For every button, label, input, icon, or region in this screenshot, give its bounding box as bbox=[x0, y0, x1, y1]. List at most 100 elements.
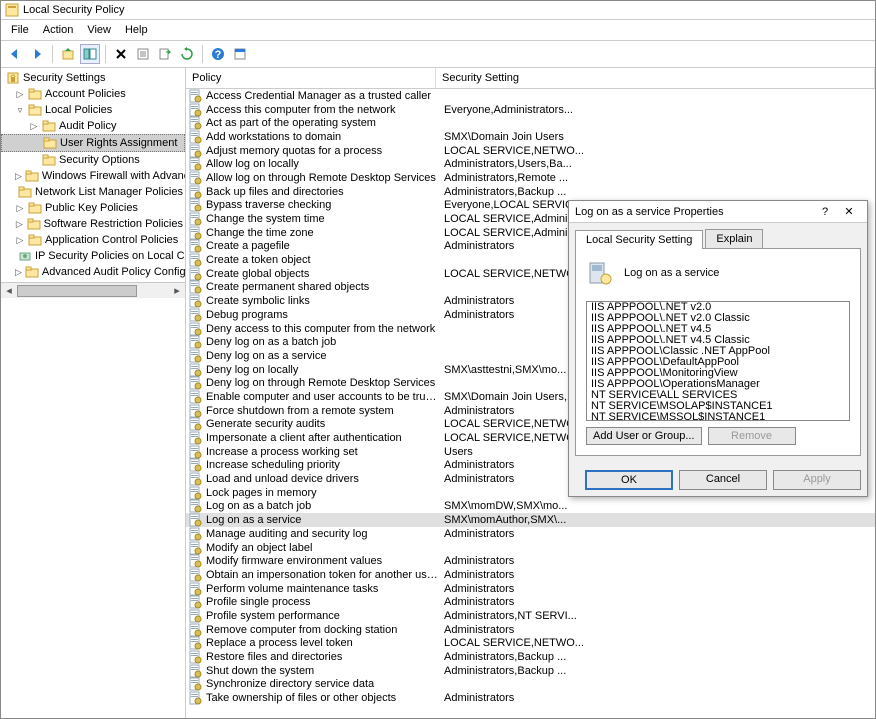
apply-button[interactable]: Apply bbox=[773, 470, 861, 490]
policy-icon bbox=[188, 89, 202, 103]
policy-row[interactable]: Access this computer from the networkEve… bbox=[186, 103, 875, 117]
policy-name: Profile system performance bbox=[206, 610, 438, 622]
tree-item[interactable]: User Rights Assignment bbox=[1, 134, 185, 152]
policy-row[interactable]: Act as part of the operating system bbox=[186, 116, 875, 130]
policy-row[interactable]: Manage auditing and security logAdminist… bbox=[186, 527, 875, 541]
properties-button[interactable] bbox=[133, 44, 153, 64]
policy-row[interactable]: Remove computer from docking stationAdmi… bbox=[186, 623, 875, 637]
accounts-listbox[interactable]: IIS APPPOOL\.NET v2.0IIS APPPOOL\.NET v2… bbox=[586, 301, 850, 421]
policy-row[interactable]: Shut down the systemAdministrators,Backu… bbox=[186, 664, 875, 678]
tree-item[interactable]: ▷Account Policies bbox=[1, 86, 185, 102]
tree-expander[interactable]: ▷ bbox=[15, 235, 25, 246]
remove-button[interactable]: Remove bbox=[708, 427, 796, 445]
back-button[interactable] bbox=[5, 44, 25, 64]
policy-row[interactable]: Access Credential Manager as a trusted c… bbox=[186, 89, 875, 103]
cancel-button[interactable]: Cancel bbox=[679, 470, 767, 490]
policy-row[interactable]: Modify firmware environment valuesAdmini… bbox=[186, 554, 875, 568]
policy-row[interactable]: Adjust memory quotas for a processLOCAL … bbox=[186, 144, 875, 158]
policy-name: Replace a process level token bbox=[206, 637, 438, 649]
policy-icon bbox=[188, 116, 202, 130]
policy-name: Add workstations to domain bbox=[206, 131, 438, 143]
policy-row[interactable]: Restore files and directoriesAdministrat… bbox=[186, 650, 875, 664]
policy-row[interactable]: Log on as a batch jobSMX\momDW,SMX\mo... bbox=[186, 500, 875, 514]
account-item[interactable]: NT SERVICE\MSSQL$INSTANCE1 bbox=[587, 412, 849, 421]
menu-action[interactable]: Action bbox=[37, 22, 80, 38]
tree-expander[interactable]: ▷ bbox=[15, 219, 24, 230]
policy-row[interactable]: Back up files and directoriesAdministrat… bbox=[186, 185, 875, 199]
up-button[interactable] bbox=[58, 44, 78, 64]
policy-row[interactable]: Profile single processAdministrators bbox=[186, 595, 875, 609]
tree-item[interactable]: IP Security Policies on Local Compute bbox=[1, 248, 185, 264]
policy-name: Take ownership of files or other objects bbox=[206, 692, 438, 704]
tree-hscrollbar[interactable]: ◂▸ bbox=[1, 282, 185, 298]
column-header-policy[interactable]: Policy bbox=[186, 68, 436, 88]
dialog-help-button[interactable]: ? bbox=[813, 206, 837, 218]
policy-icon bbox=[188, 239, 202, 253]
show-hide-tree-button[interactable] bbox=[80, 44, 100, 64]
tree-expander[interactable]: ▷ bbox=[15, 171, 22, 182]
policy-name: Synchronize directory service data bbox=[206, 678, 438, 690]
tree-item[interactable]: ▷Advanced Audit Policy Configuration bbox=[1, 264, 185, 280]
policy-icon bbox=[188, 404, 202, 418]
policy-name: Increase scheduling priority bbox=[206, 459, 438, 471]
help-button[interactable]: ? bbox=[208, 44, 228, 64]
tree-expander[interactable]: ▷ bbox=[15, 267, 22, 278]
folder-icon bbox=[28, 87, 42, 101]
policy-row[interactable]: Allow log on through Remote Desktop Serv… bbox=[186, 171, 875, 185]
tree-pane[interactable]: Security Settings▷Account Policies ▿ Local… bbox=[1, 68, 186, 718]
menu-file[interactable]: File bbox=[5, 22, 35, 38]
policy-row[interactable]: Modify an object label bbox=[186, 541, 875, 555]
tree-item[interactable]: ▷Windows Firewall with Advanced Sec bbox=[1, 168, 185, 184]
policy-row[interactable]: Perform volume maintenance tasksAdminist… bbox=[186, 582, 875, 596]
column-header-setting[interactable]: Security Setting bbox=[436, 68, 875, 88]
policy-icon bbox=[188, 349, 202, 363]
tree-expander[interactable]: ▿ bbox=[15, 105, 25, 116]
policy-row[interactable]: Synchronize directory service data bbox=[186, 678, 875, 692]
menu-view[interactable]: View bbox=[81, 22, 117, 38]
tree-expander[interactable]: ▷ bbox=[15, 203, 25, 214]
policy-value: LOCAL SERVICE,NETWO... bbox=[438, 637, 873, 649]
tab-explain[interactable]: Explain bbox=[705, 229, 763, 248]
policy-row[interactable]: Add workstations to domainSMX\Domain Joi… bbox=[186, 130, 875, 144]
tree-item[interactable]: ▷Application Control Policies bbox=[1, 232, 185, 248]
policy-name: Force shutdown from a remote system bbox=[206, 405, 438, 417]
policy-row[interactable]: Allow log on locallyAdministrators,Users… bbox=[186, 157, 875, 171]
policy-row[interactable]: Profile system performanceAdministrators… bbox=[186, 609, 875, 623]
ok-button[interactable]: OK bbox=[585, 470, 673, 490]
tree-expander[interactable]: ▷ bbox=[15, 89, 25, 100]
policy-name-label: Log on as a service bbox=[624, 267, 719, 279]
tree-item[interactable]: Network List Manager Policies bbox=[1, 184, 185, 200]
policy-icon bbox=[188, 582, 202, 596]
tree-item[interactable]: Security Options bbox=[1, 152, 185, 168]
folder-icon bbox=[42, 153, 56, 167]
policy-value: Administrators bbox=[438, 555, 873, 567]
policy-name: Generate security audits bbox=[206, 418, 438, 430]
policy-icon bbox=[188, 568, 202, 582]
policy-name: Remove computer from docking station bbox=[206, 624, 438, 636]
tree-item[interactable]: ▿ Local Policies bbox=[1, 102, 185, 118]
tree-item[interactable]: ▷Audit Policy bbox=[1, 118, 185, 134]
action-button[interactable] bbox=[230, 44, 250, 64]
policy-row[interactable]: Take ownership of files or other objects… bbox=[186, 691, 875, 705]
menu-help[interactable]: Help bbox=[119, 22, 154, 38]
dialog-close-button[interactable]: ✕ bbox=[837, 205, 861, 218]
window-title: Local Security Policy bbox=[23, 4, 125, 16]
policy-row[interactable]: Obtain an impersonation token for anothe… bbox=[186, 568, 875, 582]
policy-row[interactable]: Replace a process level tokenLOCAL SERVI… bbox=[186, 637, 875, 651]
policy-row[interactable]: Log on as a serviceSMX\momAuthor,SMX\... bbox=[186, 513, 875, 527]
delete-button[interactable] bbox=[111, 44, 131, 64]
tree-item[interactable]: ▷Software Restriction Policies bbox=[1, 216, 185, 232]
export-button[interactable] bbox=[155, 44, 175, 64]
forward-button[interactable] bbox=[27, 44, 47, 64]
tree-expander[interactable]: ▷ bbox=[29, 121, 39, 132]
policy-name: Adjust memory quotas for a process bbox=[206, 145, 438, 157]
tab-local-security-setting[interactable]: Local Security Setting bbox=[575, 230, 703, 249]
tree-item-label: Local Policies bbox=[45, 104, 112, 116]
menubar: FileActionViewHelp bbox=[1, 20, 875, 41]
tree-root[interactable]: Security Settings bbox=[1, 70, 185, 86]
refresh-button[interactable] bbox=[177, 44, 197, 64]
tree-item[interactable]: ▷Public Key Policies bbox=[1, 200, 185, 216]
policy-name: Lock pages in memory bbox=[206, 487, 438, 499]
add-user-button[interactable]: Add User or Group... bbox=[586, 427, 702, 445]
policy-value: SMX\momDW,SMX\mo... bbox=[438, 500, 873, 512]
